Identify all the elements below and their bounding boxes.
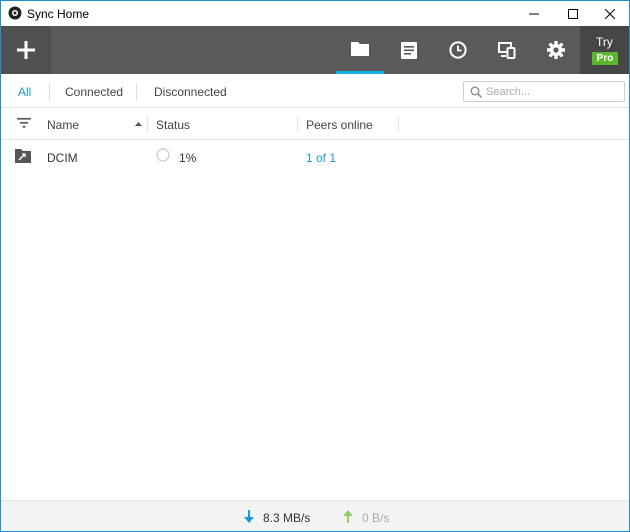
filter-bar: All Connected Disconnected	[1, 74, 629, 108]
column-divider[interactable]	[398, 115, 399, 133]
window-title: Sync Home	[27, 7, 90, 21]
minimize-icon	[529, 13, 539, 14]
clock-icon	[449, 41, 467, 59]
column-header-name[interactable]: Name	[47, 118, 79, 132]
plus-icon	[17, 41, 35, 59]
filter-divider	[136, 83, 137, 101]
gear-icon	[547, 41, 565, 59]
sort-ascending-icon	[135, 122, 142, 126]
close-icon	[605, 8, 615, 19]
try-label: Try	[596, 35, 613, 49]
column-filter-icon[interactable]	[17, 117, 31, 129]
minimize-button[interactable]	[515, 1, 553, 26]
column-divider[interactable]	[297, 115, 298, 133]
tab-transfers[interactable]	[385, 26, 433, 74]
filter-divider	[49, 83, 50, 101]
upload-arrow-icon	[343, 510, 353, 523]
main-toolbar: Try Pro	[1, 26, 629, 74]
column-header-peers[interactable]: Peers online	[306, 118, 373, 132]
document-icon	[401, 41, 417, 59]
maximize-button[interactable]	[554, 1, 592, 26]
table-row[interactable]: DCIM 1% 1 of 1	[1, 140, 629, 174]
tab-settings[interactable]	[532, 26, 580, 74]
add-folder-button[interactable]	[1, 26, 51, 74]
app-window: Sync Home Try Pro All Connected Disconne…	[0, 0, 630, 532]
filter-tab-connected[interactable]: Connected	[65, 85, 123, 99]
filter-tab-disconnected[interactable]: Disconnected	[154, 85, 227, 99]
try-pro-button[interactable]: Try Pro	[580, 26, 629, 74]
tab-history[interactable]	[434, 26, 482, 74]
download-arrow-icon	[244, 510, 254, 523]
folder-status: 1%	[179, 151, 197, 165]
tab-folders[interactable]	[336, 26, 384, 74]
title-bar: Sync Home	[1, 1, 629, 26]
search-box[interactable]	[463, 81, 625, 102]
search-input[interactable]	[486, 84, 621, 100]
folder-icon	[351, 42, 369, 56]
filter-tab-all[interactable]: All	[18, 85, 31, 99]
table-header: Name Status Peers online	[1, 108, 629, 140]
sync-progress-icon	[156, 148, 170, 162]
folder-sync-icon	[15, 149, 31, 163]
close-button[interactable]	[591, 1, 629, 26]
upload-speed: 0 B/s	[362, 511, 390, 525]
status-bar: 8.3 MB/s 0 B/s	[1, 500, 629, 531]
devices-icon	[497, 41, 515, 59]
tab-devices[interactable]	[483, 26, 531, 74]
folder-name: DCIM	[47, 151, 78, 165]
column-divider[interactable]	[147, 115, 148, 133]
download-speed: 8.3 MB/s	[263, 511, 311, 525]
maximize-icon	[568, 8, 578, 19]
pro-badge: Pro	[592, 52, 618, 65]
search-icon	[470, 86, 482, 98]
peers-online-link[interactable]: 1 of 1	[306, 151, 336, 165]
app-logo-icon	[8, 6, 22, 20]
column-header-status[interactable]: Status	[156, 118, 190, 132]
